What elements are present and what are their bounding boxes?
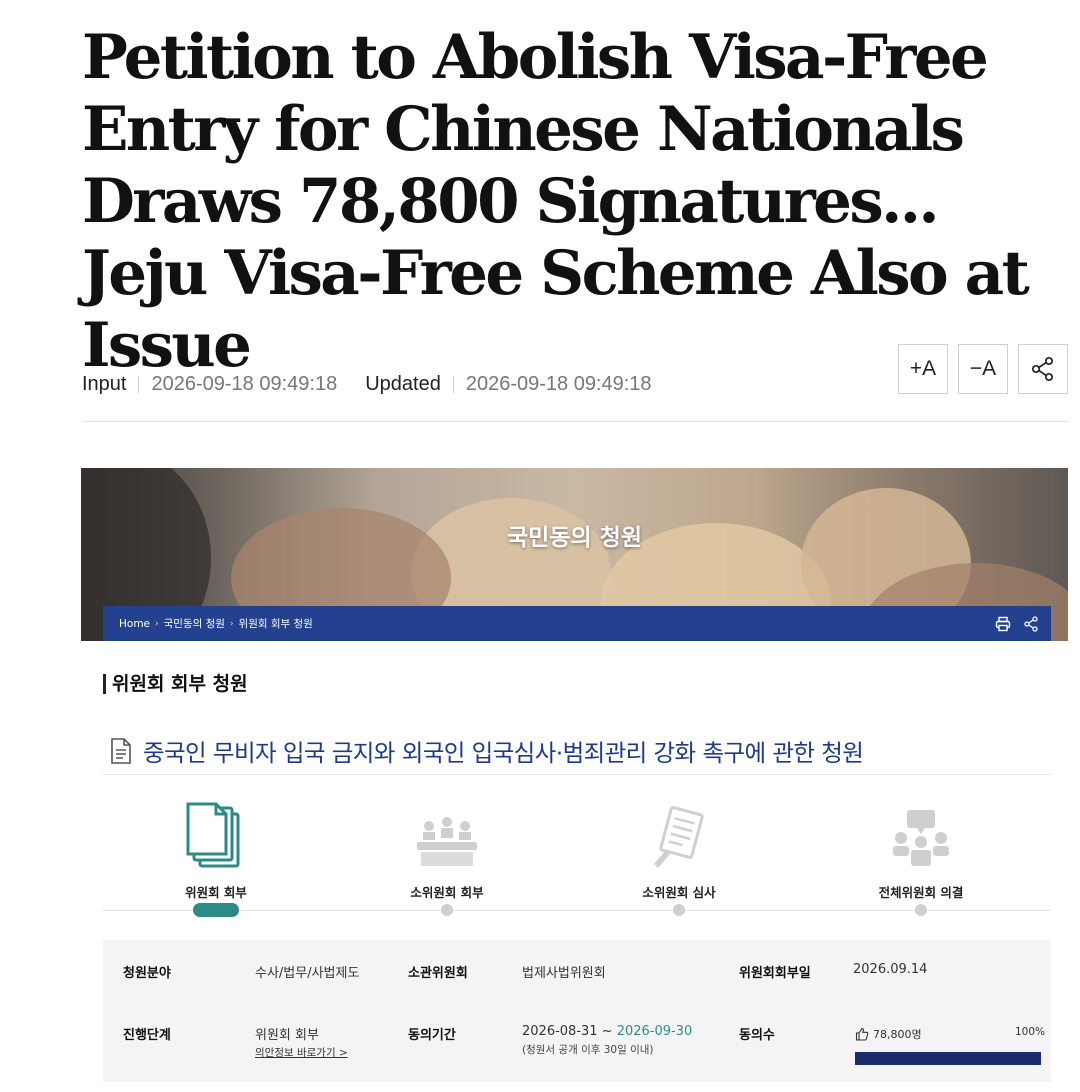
step-indicator <box>441 904 453 916</box>
breadcrumb-separator-icon: › <box>229 618 234 629</box>
step-committee-referral: 위원회 회부 <box>116 798 316 901</box>
input-timestamp: 2026-09-18 09:49:18 <box>151 372 338 395</box>
step-label: 전체위원회 의결 <box>878 885 964 900</box>
banner-tools <box>995 615 1039 632</box>
article-tools: +A −A <box>898 344 1068 394</box>
step-label: 소위원회 회부 <box>410 885 484 900</box>
period-end: 2026-09-30 <box>616 1024 693 1039</box>
banner-title: 국민동의 청원 <box>507 525 642 551</box>
committee-label: 소관위원회 <box>408 966 468 981</box>
consent-percent: 100% <box>1015 1026 1046 1038</box>
consent-progress-bar <box>855 1052 1041 1065</box>
print-icon[interactable] <box>995 616 1011 632</box>
committee-vote-icon <box>893 810 949 866</box>
field-value: 수사/법무/사법제도 <box>255 966 360 981</box>
header-divider <box>82 421 1068 422</box>
breadcrumb-home[interactable]: Home <box>119 618 150 630</box>
stage-label: 진행단계 <box>123 1028 171 1043</box>
petition-title-row: 중국인 무비자 입국 금지와 외국인 입국심사·범죄관리 강화 촉구에 관한 청… <box>109 734 864 768</box>
period-label: 동의기간 <box>408 1028 456 1043</box>
article-headline: Petition to Abolish Visa-Free Entry for … <box>82 22 1030 381</box>
share-icon[interactable] <box>1023 615 1039 632</box>
breadcrumb-separator-icon: › <box>155 618 159 629</box>
stage-cell: 위원회 회부 의안정보 바로가기 > <box>255 1024 348 1060</box>
breadcrumb-petitions[interactable]: 국민동의 청원 <box>164 616 225 631</box>
breadcrumb: Home › 국민동의 청원 › 위원회 회부 청원 <box>119 616 995 631</box>
step-label: 소위원회 심사 <box>642 885 716 900</box>
font-decrease-button[interactable]: −A <box>958 344 1008 394</box>
progress-track <box>103 910 1051 911</box>
consent-count: 78,800명 <box>873 1028 922 1041</box>
period-start: 2026-08-31 ~ <box>522 1024 617 1039</box>
title-divider <box>103 774 1051 775</box>
step-subcommittee-referral: 소위원회 회부 <box>347 798 547 901</box>
step-indicator-active <box>193 903 239 917</box>
input-label: Input <box>82 372 127 395</box>
review-document-icon <box>654 806 704 868</box>
thumbs-up-icon <box>855 1027 869 1041</box>
font-increase-button[interactable]: +A <box>898 344 948 394</box>
step-indicator <box>915 904 927 916</box>
article-image: 국민동의 청원 Home › 국민동의 청원 › 위원회 회부 청원 위원회 회… <box>81 468 1068 1092</box>
breadcrumb-committee[interactable]: 위원회 회부 청원 <box>239 616 313 631</box>
period-cell: 2026-08-31 ~ 2026-09-30 (청원서 공개 이후 30일 이… <box>522 1024 692 1057</box>
committee-value: 법제사법위원회 <box>522 966 606 981</box>
meeting-table-icon <box>417 817 477 866</box>
step-label: 위원회 회부 <box>185 885 247 900</box>
meta-divider <box>138 375 140 393</box>
petition-info-table: 청원분야 수사/법무/사법제도 소관위원회 법제사법위원회 위원회회부일 202… <box>103 940 1051 1082</box>
share-icon <box>1031 356 1054 382</box>
breadcrumb-bar: Home › 국민동의 청원 › 위원회 회부 청원 <box>103 606 1051 641</box>
consent-label: 동의수 <box>739 1028 775 1043</box>
document-icon <box>111 738 131 764</box>
step-subcommittee-review: 소위원회 심사 <box>579 798 779 901</box>
section-title: 위원회 회부 청원 <box>103 674 248 694</box>
referral-date-value: 2026.09.14 <box>853 962 928 977</box>
share-button[interactable] <box>1018 344 1068 394</box>
meta-divider <box>452 375 454 393</box>
document-stack-icon <box>186 802 240 868</box>
referral-date-label: 위원회회부일 <box>739 966 811 981</box>
updated-label: Updated <box>365 372 441 395</box>
bill-info-link[interactable]: 의안정보 바로가기 > <box>255 1045 348 1060</box>
petition-banner: 국민동의 청원 Home › 국민동의 청원 › 위원회 회부 청원 <box>81 468 1068 641</box>
stage-value: 위원회 회부 <box>255 1028 319 1043</box>
step-full-committee-vote: 전체위원회 의결 <box>821 798 1021 901</box>
petition-title: 중국인 무비자 입국 금지와 외국인 입국심사·범죄관리 강화 촉구에 관한 청… <box>143 739 864 767</box>
step-indicator <box>673 904 685 916</box>
consent-count-cell: 78,800명 <box>855 1026 922 1042</box>
field-label: 청원분야 <box>123 966 171 981</box>
period-note: (청원서 공개 이후 30일 이내) <box>522 1044 654 1056</box>
updated-timestamp: 2026-09-18 09:49:18 <box>465 372 652 395</box>
progress-steps: 위원회 회부 소위원회 회부 소위원회 심사 전체위원회 의결 <box>103 798 1051 918</box>
article-meta: Input 2026-09-18 09:49:18 Updated 2026-0… <box>82 371 680 397</box>
